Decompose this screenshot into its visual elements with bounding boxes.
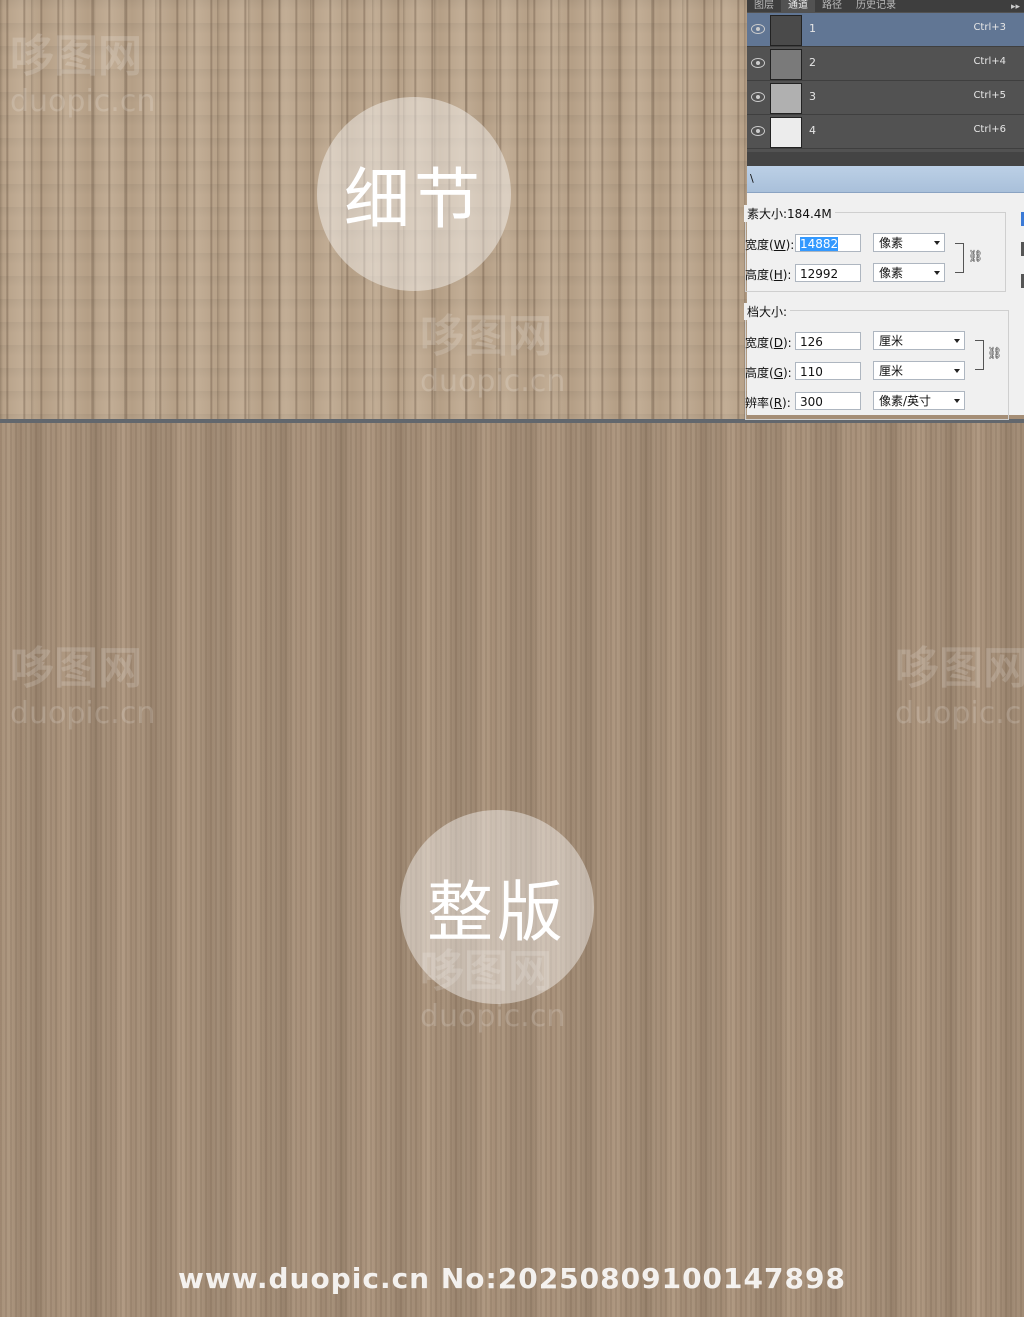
document-size-label: 档大小:	[744, 303, 791, 320]
pixel-width-unit-select[interactable]: 像素	[873, 233, 945, 252]
channel-name: 3	[809, 90, 816, 103]
pixel-width-unit: 像素	[879, 236, 904, 250]
doc-height-input[interactable]: 110	[795, 362, 861, 380]
panel-bottom-strip	[747, 152, 1024, 166]
channel-shortcut: Ctrl+5	[973, 90, 1006, 101]
channel-row[interactable]: 4 Ctrl+6	[747, 115, 1024, 149]
tab-paths[interactable]: 路径	[815, 0, 849, 12]
width-key: W	[773, 238, 786, 252]
dialog-titlebar[interactable]: \	[747, 166, 1024, 193]
watermark-cn: 哆图网	[10, 31, 142, 82]
panel-menu-icon[interactable]: ▸▸	[1011, 2, 1024, 12]
width-label-text: 宽度(	[745, 238, 774, 252]
channel-shortcut: Ctrl+4	[973, 56, 1006, 67]
channel-thumbnail	[770, 49, 802, 80]
watermark-cn: 哆图网	[420, 946, 552, 997]
watermark-en: duopic.cn	[420, 999, 566, 1034]
pixel-width-input[interactable]: 14882	[795, 234, 861, 252]
watermark-en: duopic.cn	[895, 696, 1024, 731]
height-key: H	[773, 268, 783, 282]
channel-shortcut: Ctrl+3	[973, 22, 1006, 33]
channel-name: 1	[809, 22, 816, 35]
watermark-en: duopic.cn	[420, 364, 566, 399]
resolution-label-text: 辨率(	[745, 396, 774, 410]
eye-icon[interactable]	[751, 126, 765, 136]
channel-row[interactable]: 2 Ctrl+4	[747, 47, 1024, 81]
watermark: 哆图网 duopic.cn	[895, 632, 1024, 731]
watermark: 哆图网 duopic.cn	[10, 632, 155, 731]
pixel-height-unit: 像素	[879, 266, 904, 280]
doc-width-unit: 厘米	[879, 334, 904, 348]
panel-tabs: 图层 通道 路径 历史记录 ▸▸	[747, 0, 1024, 12]
detail-badge: 细节	[317, 97, 511, 291]
width-label: 宽度(W):	[745, 236, 794, 253]
doc-height-unit: 厘米	[879, 364, 904, 378]
doc-width-label-text: 宽度(	[745, 336, 774, 350]
watermark-cn: 哆图网	[895, 643, 1024, 694]
channel-name: 4	[809, 124, 816, 137]
watermark-cn: 哆图网	[10, 643, 142, 694]
resolution-unit-select[interactable]: 像素/英寸	[873, 391, 965, 410]
dialog-title: \	[750, 172, 754, 185]
doc-height-label-text: 高度(	[745, 366, 774, 380]
chain-link-icon[interactable]: ⛓	[968, 249, 983, 263]
constrain-bracket	[955, 243, 964, 273]
pixel-dimensions-label: 素大小:184.4M	[744, 205, 835, 222]
watermark-cn: 哆图网	[420, 311, 552, 362]
channel-name: 2	[809, 56, 816, 69]
label-close: ):	[782, 268, 792, 282]
doc-width-unit-select[interactable]: 厘米	[873, 331, 965, 350]
label-close: ):	[783, 366, 792, 380]
eye-icon[interactable]	[751, 24, 765, 34]
resolution-unit: 像素/英寸	[879, 394, 932, 408]
label-close: ):	[782, 336, 792, 350]
doc-width-label: 宽度(D):	[745, 334, 792, 351]
channel-thumbnail	[770, 83, 802, 114]
footer-watermark-text: www.duopic.cn No:20250809100147898	[178, 1262, 846, 1295]
height-label: 高度(H):	[745, 266, 791, 283]
watermark: 哆图网 duopic.cn	[420, 300, 565, 399]
detail-label: 细节	[344, 161, 484, 238]
watermark-en: duopic.cn	[10, 84, 156, 119]
tab-history[interactable]: 历史记录	[849, 0, 903, 12]
channel-thumbnail	[770, 15, 802, 46]
channel-shortcut: Ctrl+6	[973, 124, 1006, 135]
resolution-label: 辨率(R):	[745, 394, 791, 411]
label-close: ):	[782, 396, 791, 410]
pixel-height-input[interactable]: 12992	[795, 264, 861, 282]
doc-constrain-bracket	[975, 340, 984, 370]
doc-height-unit-select[interactable]: 厘米	[873, 361, 965, 380]
tab-channels[interactable]: 通道	[781, 0, 815, 12]
watermark: 哆图网 duopic.cn	[10, 20, 155, 119]
resolution-key: R	[773, 396, 783, 410]
pixel-width-value: 14882	[800, 237, 839, 251]
resolution-input[interactable]: 300	[795, 392, 861, 410]
eye-icon[interactable]	[751, 92, 765, 102]
watermark: 哆图网 duopic.cn	[420, 935, 565, 1034]
channel-thumbnail	[770, 117, 802, 148]
doc-width-input[interactable]: 126	[795, 332, 861, 350]
doc-height-value: 110	[800, 365, 823, 379]
doc-width-value: 126	[800, 335, 823, 349]
channel-row[interactable]: 1 Ctrl+3	[747, 13, 1024, 47]
height-label-text: 高度(	[745, 268, 774, 282]
watermark-en: duopic.cn	[10, 696, 156, 731]
channels-panel: 图层 通道 路径 历史记录 ▸▸ 1 Ctrl+3 2 Ctrl+4 3 Ctr…	[747, 0, 1024, 166]
doc-chain-link-icon[interactable]: ⛓	[987, 346, 1002, 360]
image-size-dialog: \ 素大小:184.4M 宽度(W): 14882 像素 高度(H): 1299…	[744, 166, 1024, 420]
resolution-value: 300	[800, 395, 823, 409]
doc-width-key: D	[773, 336, 783, 350]
doc-height-label: 高度(G):	[745, 364, 792, 381]
channel-row[interactable]: 3 Ctrl+5	[747, 81, 1024, 115]
eye-icon[interactable]	[751, 58, 765, 68]
pixel-height-unit-select[interactable]: 像素	[873, 263, 945, 282]
tab-layers[interactable]: 图层	[747, 0, 781, 12]
label-close: ):	[785, 238, 795, 252]
doc-height-key: G	[773, 366, 783, 380]
pixel-height-value: 12992	[800, 267, 839, 281]
